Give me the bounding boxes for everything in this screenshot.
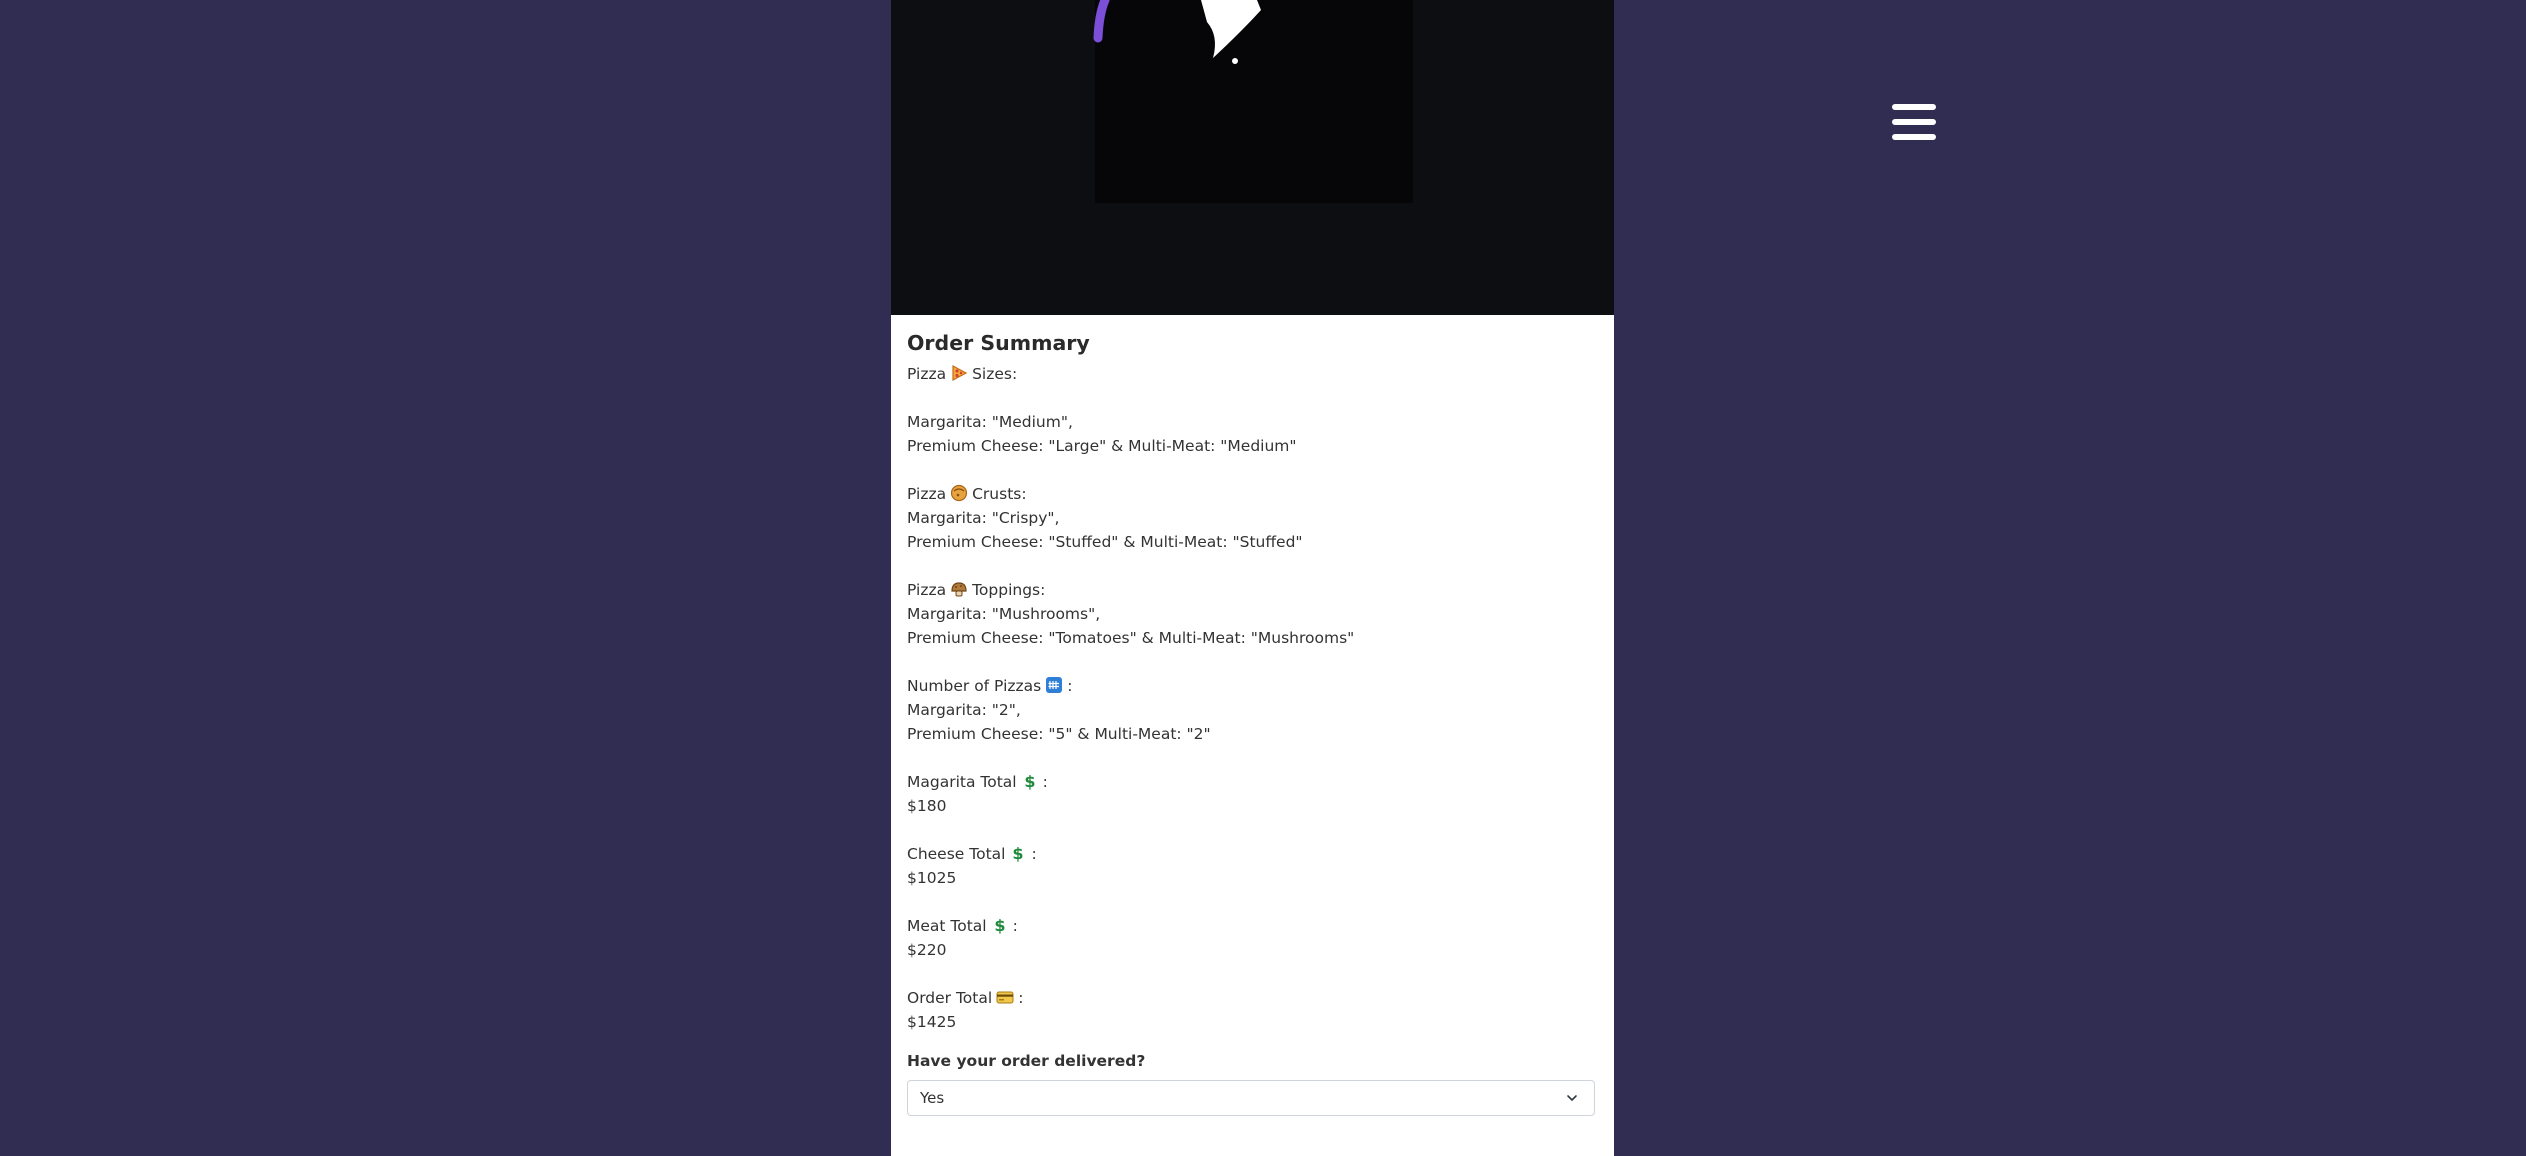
chevron-down-icon bbox=[1567, 1095, 1577, 1101]
svg-text:$: $ bbox=[1013, 844, 1024, 862]
logo-image bbox=[1093, 0, 1261, 64]
sizes-heading-pre: Pizza bbox=[907, 365, 947, 383]
crust-icon bbox=[950, 484, 968, 502]
order-summary-title: Order Summary bbox=[907, 331, 1090, 355]
mushroom-topping-icon bbox=[951, 582, 967, 597]
svg-text:$: $ bbox=[994, 916, 1005, 934]
dollar-icon: $ bbox=[1024, 772, 1035, 790]
sizes-line-2: Premium Cheese: "Large" & Multi-Meat: "M… bbox=[907, 437, 1297, 455]
sizes-line-1: Margarita: "Medium", bbox=[907, 413, 1073, 431]
margarita-total-label: Magarita Total bbox=[907, 773, 1017, 791]
toppings-line-2: Premium Cheese: "Tomatoes" & Multi-Meat:… bbox=[907, 629, 1355, 647]
toppings-heading-pre: Pizza bbox=[907, 581, 947, 599]
hero-image bbox=[891, 0, 1614, 315]
sizes-heading: Pizza Sizes: bbox=[907, 362, 1597, 386]
numbers-icon bbox=[1046, 677, 1063, 693]
cheese-total-heading: Cheese Total $: bbox=[907, 842, 1597, 866]
cheese-total-label: Cheese Total bbox=[907, 845, 1006, 863]
crusts-line-2: Premium Cheese: "Stuffed" & Multi-Meat: … bbox=[907, 533, 1303, 551]
order-panel: Order Summary Pizza Sizes: Margarita: "Me… bbox=[891, 0, 1614, 1156]
delivery-select[interactable]: Yes bbox=[907, 1080, 1595, 1116]
order-summary: Order Summary Pizza Sizes: Margarita: "Me… bbox=[907, 328, 1597, 1116]
delivery-select-value: Yes bbox=[920, 1089, 945, 1107]
order-total-label: Order Total bbox=[907, 989, 993, 1007]
delivery-question-label: Have your order delivered? bbox=[907, 1052, 1146, 1070]
order-total-heading: Order Total: bbox=[907, 986, 1597, 1010]
crusts-heading-pre: Pizza bbox=[907, 485, 947, 503]
pizza-slice-icon bbox=[952, 364, 968, 382]
count-heading-suffix: : bbox=[1067, 677, 1073, 695]
margarita-total-suffix: : bbox=[1042, 773, 1048, 791]
order-total-suffix: : bbox=[1018, 989, 1024, 1007]
cheese-total-value: $1025 bbox=[907, 869, 957, 887]
meat-total-suffix: : bbox=[1012, 917, 1018, 935]
menu-bar-middle bbox=[1892, 119, 1936, 125]
margarita-total-value: $180 bbox=[907, 797, 947, 815]
sizes-heading-post: Sizes: bbox=[972, 365, 1018, 383]
hamburger-menu-icon[interactable] bbox=[1892, 104, 1936, 140]
cheese-total-suffix: : bbox=[1031, 845, 1037, 863]
count-line-1: Margarita: "2", bbox=[907, 701, 1021, 719]
crusts-heading-post: Crusts: bbox=[972, 485, 1027, 503]
margarita-total-heading: Magarita Total $: bbox=[907, 770, 1597, 794]
dollar-icon: $ bbox=[1013, 844, 1024, 862]
credit-card-icon bbox=[996, 991, 1014, 1004]
meat-total-heading: Meat Total $: bbox=[907, 914, 1597, 938]
menu-bar-bottom bbox=[1892, 134, 1936, 140]
toppings-line-1: Margarita: "Mushrooms", bbox=[907, 605, 1101, 623]
meat-total-value: $220 bbox=[907, 941, 947, 959]
count-heading-label: Number of Pizzas bbox=[907, 677, 1042, 695]
count-line-2: Premium Cheese: "5" & Multi-Meat: "2" bbox=[907, 725, 1211, 743]
toppings-heading: Pizza Toppings: bbox=[907, 578, 1597, 602]
meat-total-label: Meat Total bbox=[907, 917, 987, 935]
count-heading: Number of Pizzas: bbox=[907, 674, 1597, 698]
toppings-heading-post: Toppings: bbox=[972, 581, 1046, 599]
svg-text:$: $ bbox=[1024, 772, 1035, 790]
order-total-value: $1425 bbox=[907, 1013, 957, 1031]
menu-bar-top bbox=[1892, 104, 1936, 110]
crusts-heading: Pizza Crusts: bbox=[907, 482, 1597, 506]
dollar-icon: $ bbox=[994, 916, 1005, 934]
crusts-line-1: Margarita: "Crispy", bbox=[907, 509, 1060, 527]
